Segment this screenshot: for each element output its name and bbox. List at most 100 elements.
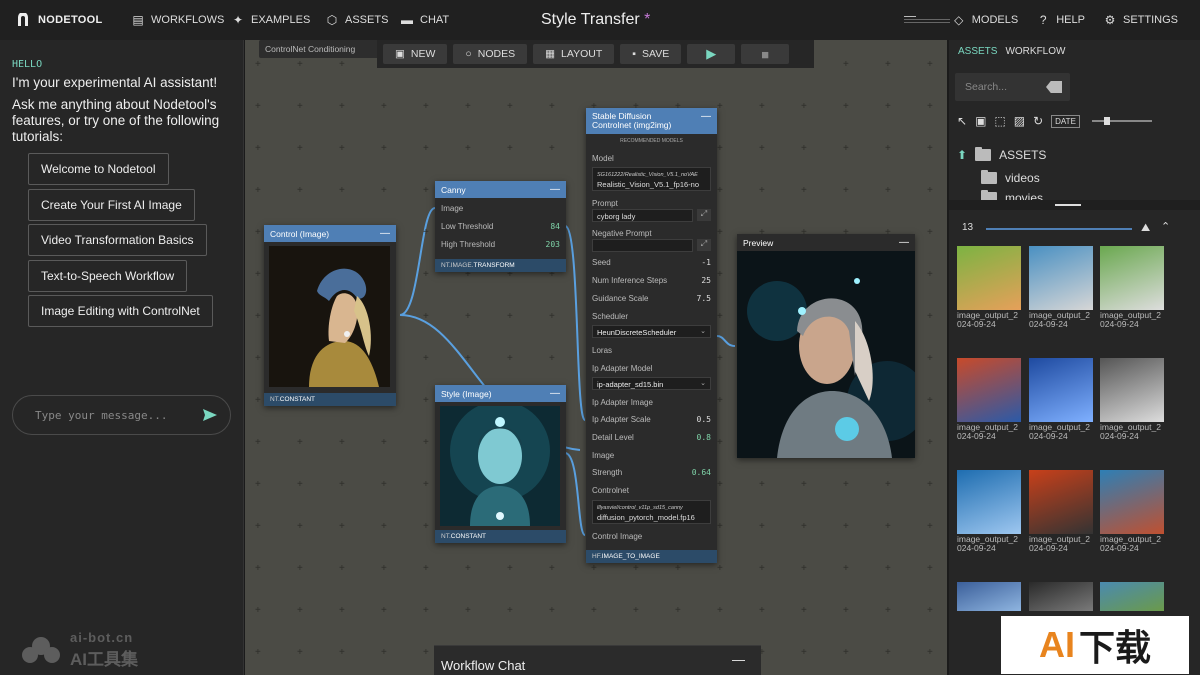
- asset-thumbnail[interactable]: [1029, 246, 1093, 310]
- nodes-button[interactable]: ○ NODES: [453, 44, 528, 64]
- asset-thumbnail[interactable]: [957, 470, 1021, 534]
- strength-param[interactable]: Strength 0.64: [592, 468, 711, 477]
- grid-marker: +: [801, 647, 807, 658]
- refresh-icon[interactable]: ↻: [1033, 114, 1043, 128]
- upload-icon[interactable]: ⬆: [957, 148, 967, 162]
- thumbnail-size-slider[interactable]: [1091, 117, 1152, 125]
- nav-help[interactable]: ? HELP: [1036, 13, 1085, 27]
- param-label: Model: [592, 154, 614, 163]
- grid-marker: +: [255, 59, 261, 70]
- filter-icon[interactable]: ⛰: [1141, 222, 1150, 235]
- model-select[interactable]: SG161222/Realistic_Vision_V5.1_noVAE Rea…: [592, 167, 711, 191]
- nodetool-logo[interactable]: NODETOOL: [16, 13, 103, 27]
- asset-search-input[interactable]: Search...: [955, 73, 1070, 101]
- node-canny[interactable]: Canny — Image Low Threshold 84 High Thresh…: [435, 181, 566, 272]
- asset-thumbnail[interactable]: [1029, 358, 1093, 422]
- folder-assets[interactable]: ⬆ ASSETS: [957, 143, 1192, 166]
- zoom-slider[interactable]: [904, 16, 950, 24]
- seed-param[interactable]: Seed -1: [592, 258, 711, 267]
- image-param[interactable]: Image: [592, 451, 711, 460]
- param-label: Ip Adapter Model: [592, 364, 653, 373]
- ip-adapter-scale-param[interactable]: Ip Adapter Scale 0.5: [592, 415, 711, 424]
- node-style-image[interactable]: Style (Image) — NT.CONSTANT: [435, 385, 566, 543]
- grid-marker: +: [885, 101, 891, 112]
- save-button[interactable]: ▪ SAVE: [620, 44, 682, 64]
- clear-icon[interactable]: [1046, 81, 1062, 93]
- scheduler-select[interactable]: HeunDiscreteScheduler ⌄: [592, 325, 711, 338]
- tab-assets[interactable]: ASSETS: [958, 46, 997, 57]
- nav-examples[interactable]: ✦ EXAMPLES: [231, 13, 310, 27]
- asset-thumbnail[interactable]: [1100, 470, 1164, 534]
- panel-resize-handle[interactable]: [949, 200, 1200, 210]
- node-preview[interactable]: Preview —: [737, 234, 915, 458]
- folder-videos[interactable]: videos: [957, 166, 1192, 189]
- send-icon[interactable]: [202, 407, 218, 423]
- new-folder-icon[interactable]: ▣: [975, 114, 986, 128]
- stop-button[interactable]: ■: [741, 44, 790, 64]
- node-control-image[interactable]: Control (Image) — NT.CONSTANT: [264, 225, 396, 406]
- asset-thumbnail[interactable]: [1029, 470, 1093, 534]
- node-header[interactable]: Preview —: [737, 234, 915, 251]
- tutorial-button[interactable]: Video Transformation Basics: [28, 224, 207, 256]
- select-all-icon[interactable]: ⬚: [994, 114, 1005, 128]
- expand-icon[interactable]: ⤢: [697, 209, 711, 221]
- nav-workflows[interactable]: ▤ WORKFLOWS: [131, 13, 224, 27]
- negative-prompt-input[interactable]: [592, 239, 693, 252]
- tab-workflow[interactable]: WORKFLOW: [1005, 46, 1065, 57]
- nav-settings[interactable]: ⚙ SETTINGS: [1103, 13, 1178, 27]
- node-header[interactable]: Canny —: [435, 181, 566, 198]
- chevron-up-icon[interactable]: ⌃: [1161, 220, 1170, 233]
- run-button[interactable]: ▶: [687, 44, 736, 64]
- nav-models[interactable]: ◇ MODELS: [952, 13, 1018, 27]
- tutorial-button[interactable]: Welcome to Nodetool: [28, 153, 169, 185]
- detail-level-param[interactable]: Detail Level 0.8: [592, 433, 711, 442]
- asset-thumbnail[interactable]: [1100, 582, 1164, 611]
- asset-thumbnail[interactable]: [1100, 246, 1164, 310]
- guidance-param[interactable]: Guidance Scale 7.5: [592, 294, 711, 303]
- sort-date-button[interactable]: DATE: [1051, 114, 1080, 128]
- param-value: 203: [545, 240, 560, 249]
- minimize-icon[interactable]: —: [380, 228, 390, 239]
- tutorial-button[interactable]: Text-to-Speech Workflow: [28, 260, 188, 292]
- node-stable-diffusion-controlnet[interactable]: Stable Diffusion Controlnet (img2img) — R…: [586, 108, 717, 563]
- node-header[interactable]: Style (Image) —: [435, 385, 566, 402]
- nav-assets[interactable]: ⬡ ASSETS: [325, 13, 389, 27]
- layout-button[interactable]: ▦ LAYOUT: [533, 44, 615, 64]
- deselect-icon[interactable]: ▨: [1014, 114, 1025, 128]
- minimize-icon[interactable]: —: [550, 388, 560, 399]
- minimize-icon[interactable]: —: [732, 652, 745, 667]
- asset-thumbnail[interactable]: [1100, 358, 1164, 422]
- asset-thumbnail[interactable]: [957, 246, 1021, 310]
- node-header[interactable]: Stable Diffusion Controlnet (img2img) —: [586, 108, 717, 134]
- controlnet-select[interactable]: lllyasviel/control_v11p_sd15_canny diffu…: [592, 500, 711, 524]
- workflow-title[interactable]: Style Transfer *: [541, 11, 650, 29]
- asset-thumbnail[interactable]: [957, 582, 1021, 611]
- tutorial-button[interactable]: Create Your First AI Image: [28, 189, 195, 221]
- chat-input[interactable]: Type your message...: [12, 395, 231, 435]
- canny-image-input[interactable]: Image: [441, 204, 560, 213]
- node-header[interactable]: Control (Image) —: [264, 225, 396, 242]
- asset-count: 13: [962, 222, 974, 233]
- select-arrow-icon[interactable]: ↖: [957, 114, 967, 128]
- control-image-param[interactable]: Control Image: [592, 532, 711, 541]
- group-tag[interactable]: ControlNet Conditioning: [259, 40, 379, 58]
- grid-marker: +: [423, 269, 429, 280]
- recommended-models-link[interactable]: RECOMMENDED MODELS: [586, 138, 717, 144]
- asset-thumbnail[interactable]: [957, 358, 1021, 422]
- minimize-icon[interactable]: —: [550, 184, 560, 195]
- new-button[interactable]: ▣ NEW: [383, 44, 448, 64]
- expand-icon[interactable]: ⤢: [697, 239, 711, 251]
- ip-adapter-model-select[interactable]: ip-adapter_sd15.bin ⌄: [592, 377, 711, 390]
- steps-param[interactable]: Num Inference Steps 25: [592, 276, 711, 285]
- minimize-icon[interactable]: —: [701, 112, 711, 122]
- tutorial-button[interactable]: Image Editing with ControlNet: [28, 295, 213, 327]
- loras-param[interactable]: Loras: [592, 346, 711, 355]
- asset-thumbnail[interactable]: [1029, 582, 1093, 611]
- minimize-icon[interactable]: —: [899, 237, 909, 248]
- prompt-input[interactable]: cyborg lady: [592, 209, 693, 222]
- workflow-chat-bar[interactable]: Workflow Chat —: [434, 645, 761, 675]
- canny-high-threshold[interactable]: High Threshold 203: [441, 240, 560, 249]
- nav-chat[interactable]: ▬ CHAT: [400, 13, 449, 27]
- canny-low-threshold[interactable]: Low Threshold 84: [441, 222, 560, 231]
- ip-adapter-image-param[interactable]: Ip Adapter Image: [592, 398, 711, 407]
